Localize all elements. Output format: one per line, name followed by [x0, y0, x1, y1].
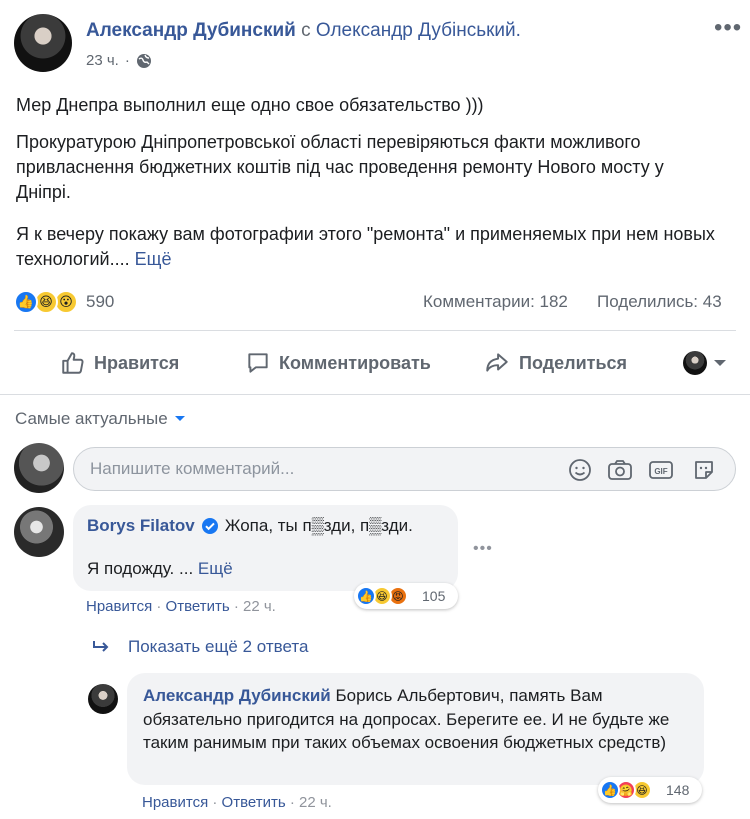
- see-more-link[interactable]: Ещё: [135, 249, 172, 269]
- comment-reaction-count: 105: [422, 588, 446, 604]
- comment-sort-dropdown[interactable]: Самые актуальные: [15, 409, 186, 429]
- post-time[interactable]: 23 ч. ·: [86, 52, 152, 69]
- globe-icon: [136, 53, 151, 68]
- reply-bubble: Александр Дубинский Борись Альбертович, …: [127, 673, 704, 785]
- comment-bubble: Borys Filatov Жопа, ты п▒зди, п▒зди. Я п…: [73, 505, 458, 591]
- caret-down-icon: [174, 416, 185, 421]
- viewer-avatar: [14, 443, 64, 493]
- like-reaction-icon: 👍: [600, 780, 620, 800]
- with-word: с: [301, 20, 311, 41]
- divider: [0, 394, 750, 395]
- comment-text: Жопа, ты п▒зди, п▒зди.: [224, 516, 413, 535]
- comment-input-placeholder: Напишите комментарий...: [90, 459, 295, 478]
- post-paragraph-3: Я к вечеру покажу вам фотографии этого "…: [16, 224, 715, 269]
- comment-meta: Нравится · Ответить · 22 ч.: [86, 598, 276, 615]
- emoji-icon[interactable]: [568, 458, 592, 482]
- reply-reply-link[interactable]: Ответить: [222, 794, 286, 811]
- reaction-count: 590: [86, 292, 115, 311]
- comment-like-link[interactable]: Нравится: [86, 598, 152, 615]
- comment-input[interactable]: Напишите комментарий... GIF: [73, 447, 736, 491]
- reply-reactions[interactable]: 👍 🤗 😆 148: [598, 777, 702, 803]
- comments-count[interactable]: Комментарии: 182: [423, 292, 568, 312]
- svg-text:GIF: GIF: [654, 467, 667, 476]
- comment-text-continued: Я подожду. ...: [87, 559, 194, 578]
- comment-author[interactable]: Borys Filatov: [87, 516, 195, 536]
- chevron-down-icon: [714, 360, 726, 366]
- like-reaction-icon: 👍: [14, 290, 38, 314]
- post-header: Александр Дубинский с Олександр Дубінськ…: [86, 20, 521, 42]
- divider: [14, 330, 736, 331]
- viewer-avatar: [683, 351, 707, 375]
- see-more-link[interactable]: Ещё: [198, 559, 233, 578]
- comment-button[interactable]: Комментировать: [245, 350, 431, 376]
- reply-arrow-icon: [93, 641, 109, 652]
- more-options-icon[interactable]: •••: [714, 14, 742, 42]
- reactions-summary[interactable]: 👍 😆 😮 590: [14, 288, 154, 316]
- thumbs-up-icon: [62, 352, 84, 374]
- comment-options-icon[interactable]: •••: [473, 540, 493, 558]
- shares-count[interactable]: Поделились: 43: [597, 292, 722, 312]
- sticker-icon[interactable]: [692, 458, 716, 482]
- author-name[interactable]: Александр Дубинский: [86, 20, 296, 41]
- like-button[interactable]: Нравится: [60, 350, 179, 376]
- comment-icon: [248, 353, 268, 373]
- like-reaction-icon: 👍: [356, 586, 376, 606]
- tagged-person[interactable]: Олександр Дубінський.: [316, 20, 521, 41]
- verified-badge-icon: [201, 518, 218, 534]
- camera-icon[interactable]: [607, 458, 633, 482]
- reply-meta: Нравится · Ответить · 22 ч.: [142, 794, 332, 811]
- reply-author-avatar[interactable]: [88, 684, 118, 714]
- post-paragraph-2: Прокуратурою Дніпропетровської області п…: [16, 132, 664, 202]
- post-paragraph-1: Мер Днепра выполнил еще одно свое обязат…: [16, 95, 484, 115]
- comment-reactions[interactable]: 👍 😆 😡 105: [354, 583, 458, 609]
- reply-like-link[interactable]: Нравится: [142, 794, 208, 811]
- reply-time[interactable]: 22 ч.: [299, 794, 332, 811]
- share-button[interactable]: Поделиться: [483, 350, 627, 376]
- reply-reaction-count: 148: [666, 782, 690, 798]
- gif-icon[interactable]: GIF: [648, 458, 674, 482]
- share-icon: [486, 353, 508, 372]
- show-more-replies[interactable]: Показать ещё 2 ответа: [92, 637, 308, 657]
- author-avatar[interactable]: [14, 14, 72, 72]
- commenter-avatar[interactable]: [14, 507, 64, 557]
- comment-time[interactable]: 22 ч.: [243, 598, 276, 615]
- reply-author[interactable]: Александр Дубинский: [143, 686, 331, 705]
- comment-reply-link[interactable]: Ответить: [166, 598, 230, 615]
- reaction-selector[interactable]: [683, 351, 727, 375]
